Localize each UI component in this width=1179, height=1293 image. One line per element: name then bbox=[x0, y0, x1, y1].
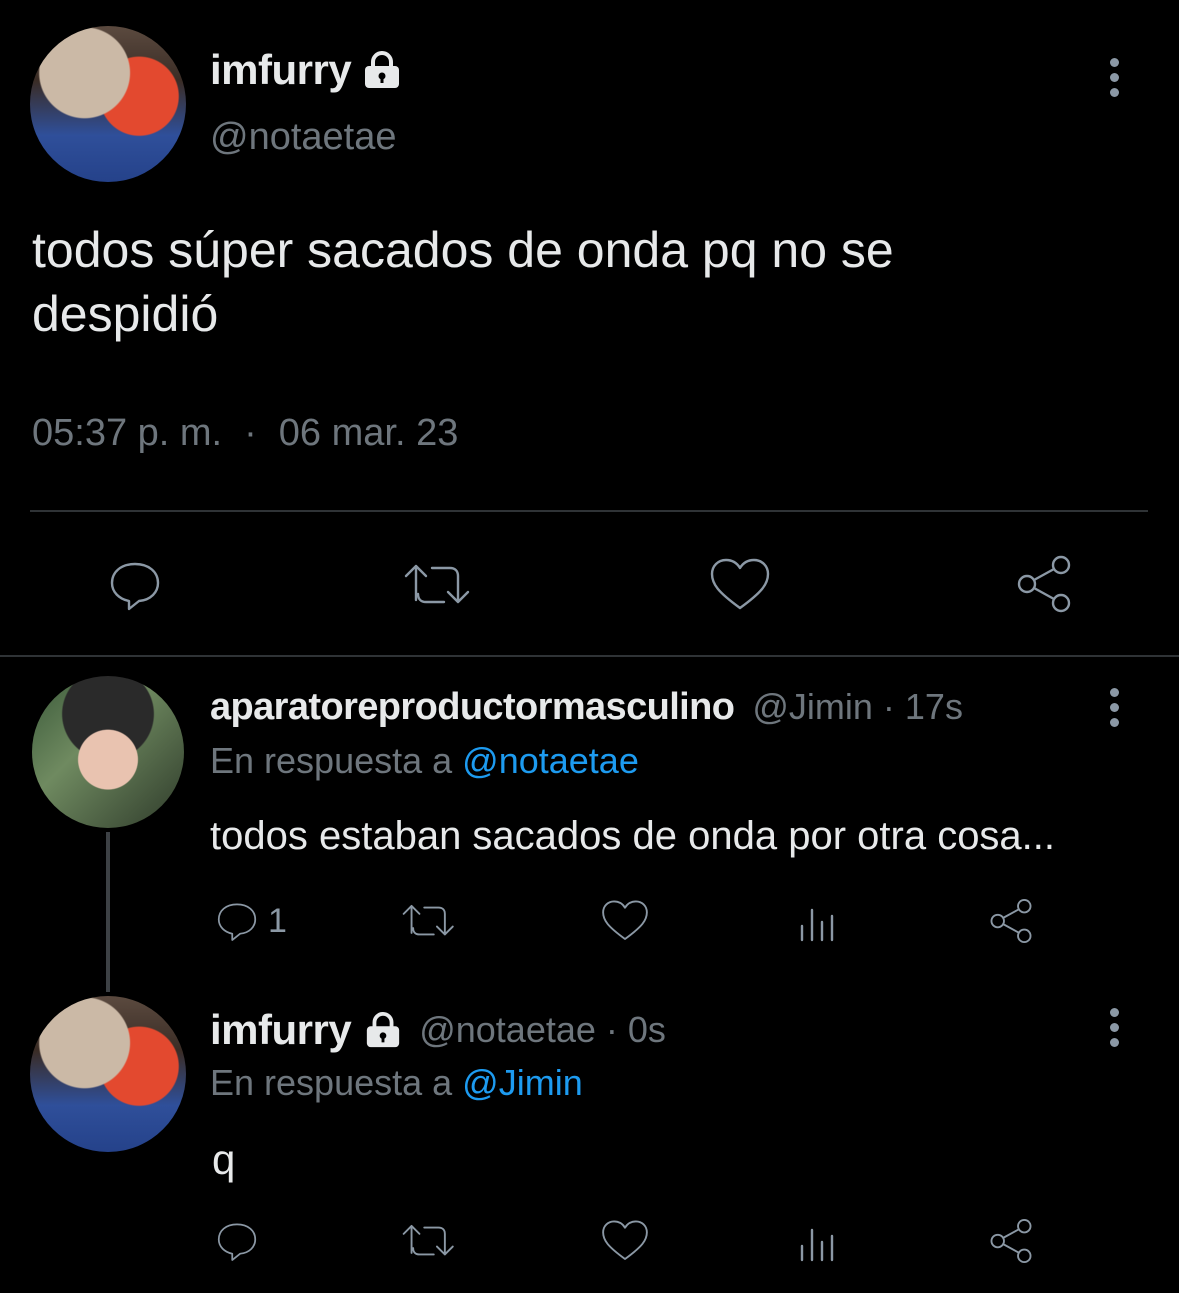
reply2-display-name[interactable]: imfurry bbox=[210, 1006, 352, 1054]
retweet-icon[interactable] bbox=[400, 1218, 458, 1264]
reply1-meta[interactable]: @Jimin · 17s bbox=[752, 686, 963, 728]
reply1-reply-context: En respuesta a @notaetae bbox=[210, 740, 639, 782]
share-icon[interactable] bbox=[986, 1216, 1036, 1266]
views-icon[interactable] bbox=[796, 1224, 836, 1264]
reply1-display-name[interactable]: aparatoreproductormasculino bbox=[210, 686, 735, 729]
reply2-text: q bbox=[212, 1136, 236, 1183]
tweet-text: todos súper sacados de onda pq no se des… bbox=[32, 218, 894, 346]
author-handle[interactable]: @notaetae bbox=[210, 116, 397, 159]
reply1-header[interactable]: aparatoreproductormasculino @Jimin · 17s bbox=[210, 686, 963, 729]
share-icon[interactable] bbox=[986, 896, 1036, 946]
retweet-icon[interactable] bbox=[400, 898, 458, 944]
author-avatar[interactable] bbox=[30, 26, 186, 182]
tweet-date: 06 mar. 23 bbox=[278, 412, 459, 454]
reply1-reply-to-link[interactable]: @notaetae bbox=[462, 740, 639, 781]
thread-line bbox=[106, 832, 110, 992]
reply-icon[interactable] bbox=[214, 1218, 260, 1264]
reply2-reply-prefix: En respuesta a bbox=[210, 1062, 453, 1103]
reply1-more-vertical-icon[interactable] bbox=[1110, 688, 1119, 733]
reply2-meta[interactable]: @notaetae · 0s bbox=[419, 1009, 666, 1051]
share-icon[interactable] bbox=[1012, 552, 1076, 616]
reply2-more-vertical-icon[interactable] bbox=[1110, 1008, 1119, 1053]
author-name-row[interactable]: imfurry bbox=[210, 44, 403, 96]
reply2-avatar[interactable] bbox=[30, 996, 186, 1152]
retweet-icon[interactable] bbox=[402, 556, 474, 614]
author-display-name[interactable]: imfurry bbox=[210, 46, 352, 94]
heart-icon[interactable] bbox=[600, 1218, 650, 1264]
reply1-avatar[interactable] bbox=[32, 676, 184, 828]
reply1-text: todos estaban sacados de onda por otra c… bbox=[210, 814, 1056, 858]
reply1-reply-action[interactable]: 1 bbox=[214, 898, 287, 944]
tweet-timestamp[interactable]: 05:37 p. m. · 06 mar. 23 bbox=[32, 412, 458, 455]
more-vertical-icon[interactable] bbox=[1110, 58, 1119, 103]
reply-icon[interactable] bbox=[106, 556, 164, 614]
lock-icon bbox=[363, 1011, 403, 1049]
reply1-reply-prefix: En respuesta a bbox=[210, 740, 453, 781]
lock-icon bbox=[361, 50, 403, 90]
heart-icon[interactable] bbox=[600, 898, 650, 944]
reply2-header[interactable]: imfurry @notaetae · 0s bbox=[210, 1004, 666, 1056]
reply2-reply-context: En respuesta a @Jimin bbox=[210, 1062, 583, 1104]
heart-icon[interactable] bbox=[708, 556, 772, 614]
tweet-text-line-2: despidió bbox=[32, 286, 219, 342]
views-icon[interactable] bbox=[796, 904, 836, 944]
tweet-divider bbox=[30, 510, 1148, 512]
timestamp-separator: · bbox=[244, 412, 257, 454]
reply1-reply-count: 1 bbox=[268, 901, 287, 940]
section-divider bbox=[0, 655, 1179, 657]
reply2-reply-to-link[interactable]: @Jimin bbox=[462, 1062, 583, 1103]
tweet-text-line-1: todos súper sacados de onda pq no se bbox=[32, 222, 894, 278]
reply-icon[interactable] bbox=[214, 898, 260, 944]
tweet-time: 05:37 p. m. bbox=[32, 412, 223, 454]
